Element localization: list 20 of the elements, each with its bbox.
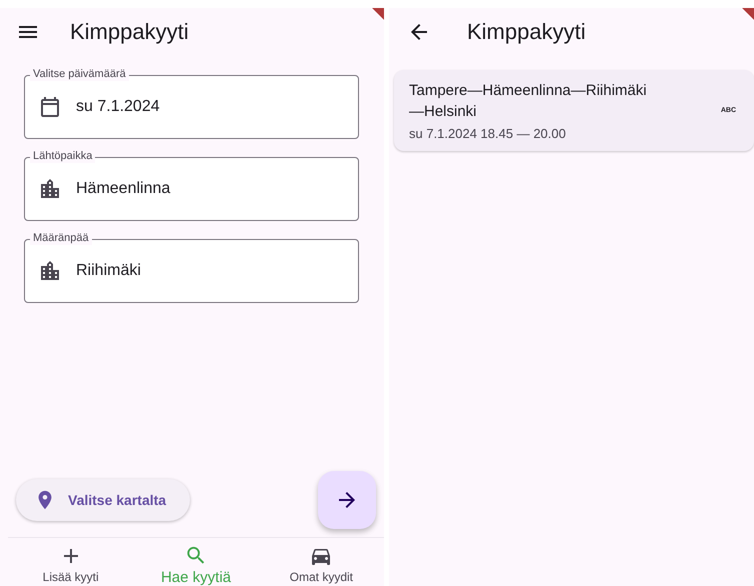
calendar-icon	[38, 95, 62, 119]
field-label: Valitse päivämäärä	[30, 67, 129, 81]
input-field[interactable]: Valitse päivämäärä su 7.1.2024	[24, 67, 359, 139]
app-title: Kimppakyyti	[467, 19, 586, 45]
building-icon	[38, 177, 62, 201]
nav-tab[interactable]: Lisää kyyti	[8, 538, 134, 586]
nav-tab[interactable]: Omat kyydit	[258, 538, 384, 586]
input-field[interactable]: Määränpää Riihimäki	[24, 231, 359, 303]
app-title: Kimppakyyti	[70, 19, 189, 45]
ride-time: su 7.1.2024 18.45 — 20.00	[409, 126, 567, 141]
field-value: su 7.1.2024	[76, 98, 160, 116]
building-icon	[38, 259, 62, 283]
map-button[interactable]: Valitse kartalta	[16, 479, 190, 521]
ride-route: Tampere—Hämeenlinna—Riihimäki —Helsinki	[409, 81, 648, 122]
input-field[interactable]: Lähtöpaikka Hämeenlinna	[24, 149, 359, 221]
field-label: Määränpää	[30, 231, 92, 245]
field-value: Hämeenlinna	[76, 180, 170, 198]
field-value: Riihimäki	[76, 262, 141, 280]
next-button[interactable]	[318, 471, 376, 529]
field-label: Lähtöpaikka	[30, 149, 96, 163]
